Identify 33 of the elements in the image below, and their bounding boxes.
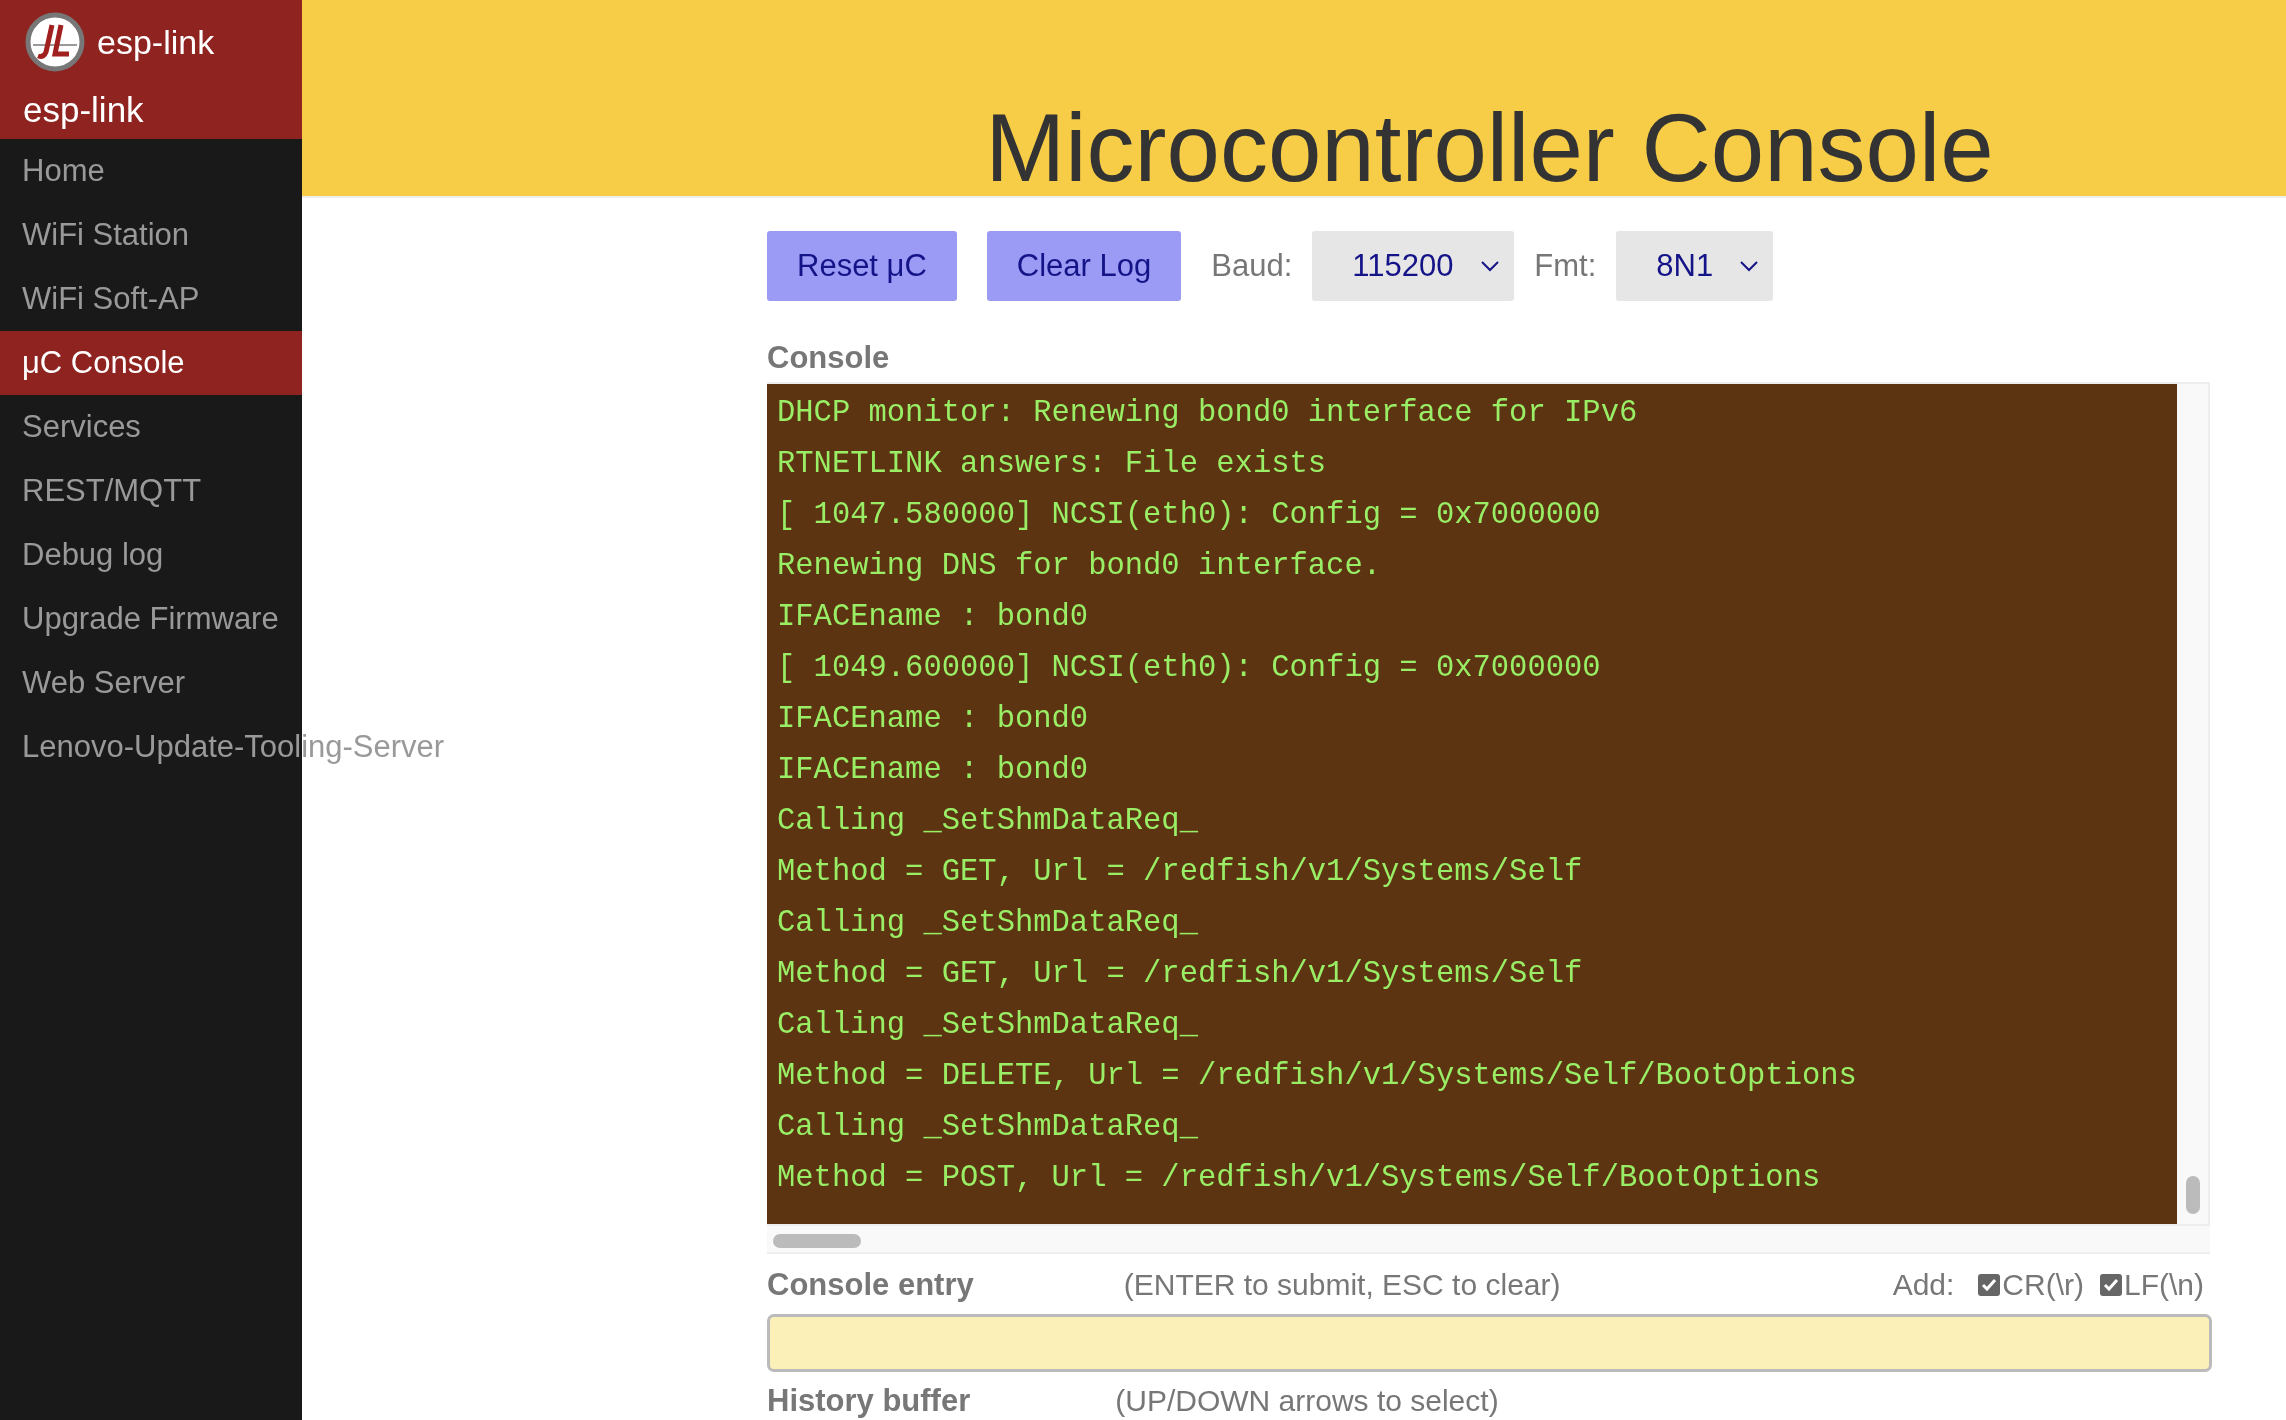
- checkbox[interactable]: [2100, 1273, 2122, 1296]
- entry-hint: (ENTER to submit, ESC to clear): [1123, 1267, 1561, 1304]
- console-label: Console: [767, 339, 891, 377]
- nav-link[interactable]: μC Console: [0, 331, 302, 395]
- fmt-select[interactable]: 8N1: [1616, 231, 1774, 301]
- baud-label: Baud:: [1211, 246, 1293, 285]
- brand-name: esp-link: [97, 21, 215, 63]
- scrollbar-thumb[interactable]: [2186, 1175, 2201, 1214]
- add-label: Add:: [1892, 1267, 1955, 1304]
- nav-link[interactable]: Debug log: [0, 523, 302, 587]
- page-title: Microcontroller Console: [984, 93, 1995, 196]
- nav-link[interactable]: Web Server: [0, 651, 302, 715]
- console-entry-field[interactable]: [767, 1314, 2212, 1372]
- sidebar-title: esp-link: [23, 89, 145, 131]
- logo-icon: [25, 12, 85, 72]
- nav-link[interactable]: Upgrade Firmware: [0, 587, 302, 651]
- history-hint: (UP/DOWN arrows to select): [1115, 1383, 1499, 1419]
- nav-link[interactable]: Services: [0, 395, 302, 459]
- nav-link[interactable]: WiFi Station: [0, 203, 302, 267]
- baud-select[interactable]: 115200: [1312, 231, 1515, 301]
- history-buffer-label: History buffer: [767, 1382, 971, 1420]
- checkbox-label: LF(\n): [2124, 1267, 2204, 1304]
- scrollbar-thumb[interactable]: [773, 1233, 861, 1248]
- nav-link[interactable]: REST/MQTT: [0, 459, 302, 523]
- nav-link[interactable]: Home: [0, 139, 302, 203]
- checkbox-label: CR(\r): [2002, 1267, 2084, 1304]
- checkbox[interactable]: [1978, 1273, 2001, 1296]
- console-output: DHCP monitor: Renewing bond0 interface for IPv6 RTNETLINK answers: File exists [ 1047.580000] NCSI(eth0): Config = 0x7000000 Renewing DNS for bond0 interface. IFACEname : bond0 [ 1049.600000] NCSI(eth0): Config = 0x7000000 IFACEname : bond0 IFACEname : bond0 Calling _SetShmDataReq_ Method = GET, Url = /redfish/v1/Systems/Self Calling _SetShmDataReq_ Method = GET, Url = /redfish/v1/Systems/Self Calling _SetShmDataReq_ Method = DELETE, Url = /redfish/v1/Systems/Self/BootOptions Calling _SetShmDataReq_ Method = POST, Url = /redfish/v1/Systems/Self/BootOptions: [767, 383, 2178, 1224]
- reset-button[interactable]: Reset μC: [767, 231, 957, 301]
- clear-log-button[interactable]: Clear Log: [986, 231, 1182, 301]
- fmt-label: Fmt:: [1534, 246, 1597, 285]
- console-entry-label: Console entry: [767, 1265, 974, 1304]
- nav-link[interactable]: WiFi Soft-AP: [0, 267, 302, 331]
